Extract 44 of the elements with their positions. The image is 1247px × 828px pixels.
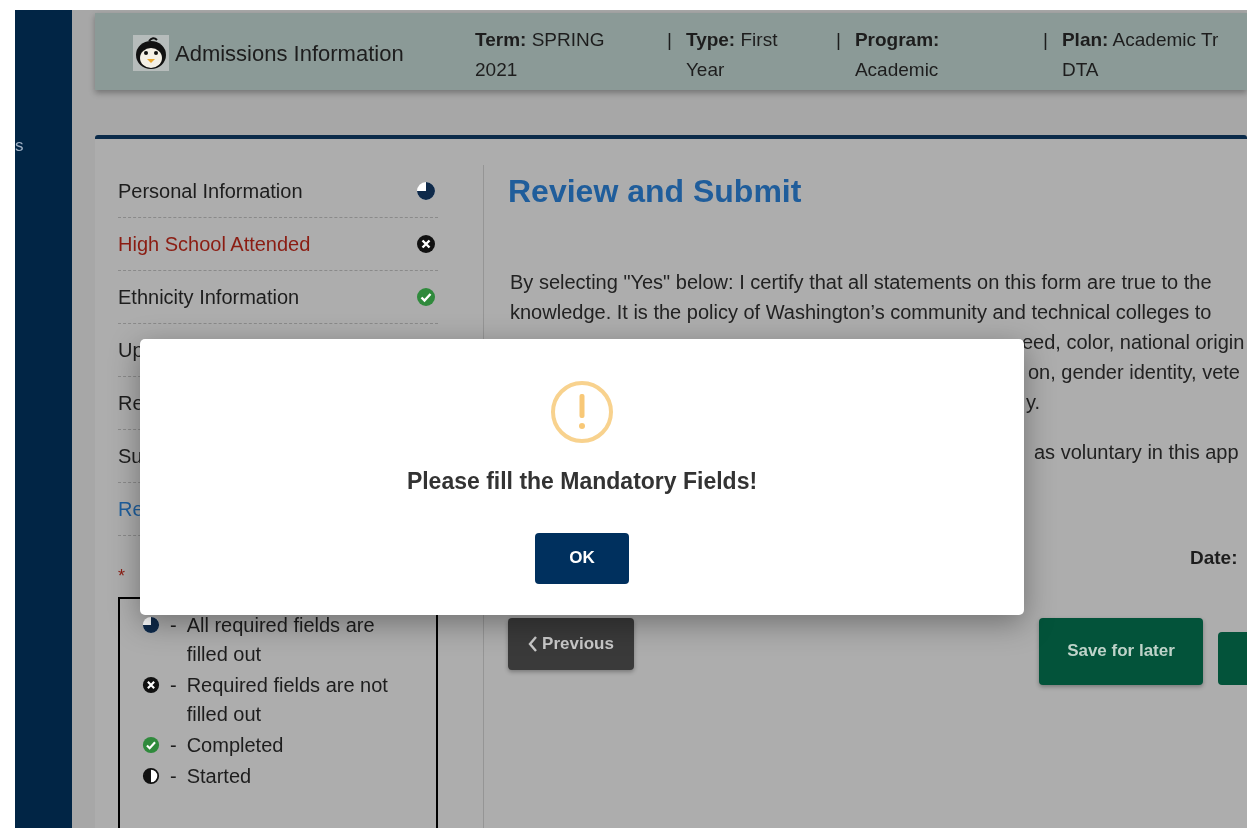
legend-text: Started bbox=[186, 764, 253, 789]
separator: | bbox=[1043, 28, 1048, 52]
pie-icon bbox=[416, 181, 436, 201]
legend-dash: - bbox=[170, 673, 177, 698]
legend-dash: - bbox=[170, 764, 177, 789]
x-circle-icon bbox=[142, 676, 160, 694]
step-link[interactable]: High School Attended bbox=[118, 229, 311, 259]
statement-text: By selecting "Yes" below: I certify that all statements on this form are true to the bbox=[510, 271, 1212, 293]
separator: | bbox=[836, 28, 841, 52]
header-title: Admissions Information bbox=[175, 39, 404, 68]
statement-text: eed, color, national origin bbox=[1022, 331, 1245, 353]
x-circle-icon bbox=[416, 234, 436, 254]
rail-label: s bbox=[15, 136, 24, 155]
warning-icon bbox=[550, 380, 614, 444]
legend-text: Completed bbox=[186, 733, 285, 758]
legend-dash: - bbox=[170, 733, 177, 758]
save-later-button[interactable]: Save for later bbox=[1039, 617, 1203, 685]
legend-text: Required fields are not filled out bbox=[186, 673, 389, 727]
submit-button[interactable] bbox=[1218, 631, 1247, 685]
statement-text: knowledge. It is the policy of Washington’s community and technical colleges to bbox=[510, 301, 1212, 323]
legend-text: All required fields are filled out bbox=[186, 613, 376, 667]
statement-text: as voluntary in this app bbox=[1034, 441, 1239, 463]
check-circle-icon bbox=[416, 287, 436, 307]
previous-button[interactable]: Previous bbox=[508, 617, 634, 670]
statement-text: y. bbox=[1026, 391, 1041, 413]
date-label: Date: bbox=[1190, 547, 1238, 568]
header-field: Type: First Year bbox=[685, 25, 778, 85]
header-field: Program: Academic bbox=[854, 25, 940, 85]
header-field: Term: SPRING 2021 bbox=[475, 25, 605, 85]
separator: | bbox=[667, 28, 672, 52]
ok-button[interactable]: OK bbox=[535, 532, 629, 584]
chevron-left-icon bbox=[528, 634, 539, 653]
step-link[interactable]: Personal Information bbox=[118, 176, 303, 206]
half-circle-icon bbox=[142, 767, 160, 785]
header-field: Plan: Academic Tr DTA bbox=[1061, 25, 1219, 85]
page-title: Review and Submit bbox=[508, 173, 803, 209]
pie-icon bbox=[142, 616, 160, 634]
step-link[interactable]: Ethnicity Information bbox=[118, 282, 300, 312]
penguin-logo-icon bbox=[133, 35, 169, 71]
statement-text: on, gender identity, vete bbox=[1028, 361, 1240, 383]
dialog-message: Please fill the Mandatory Fields! bbox=[406, 467, 758, 496]
legend-dash: - bbox=[170, 613, 177, 638]
check-circle-icon bbox=[142, 736, 160, 754]
required-mark: * bbox=[118, 566, 125, 586]
